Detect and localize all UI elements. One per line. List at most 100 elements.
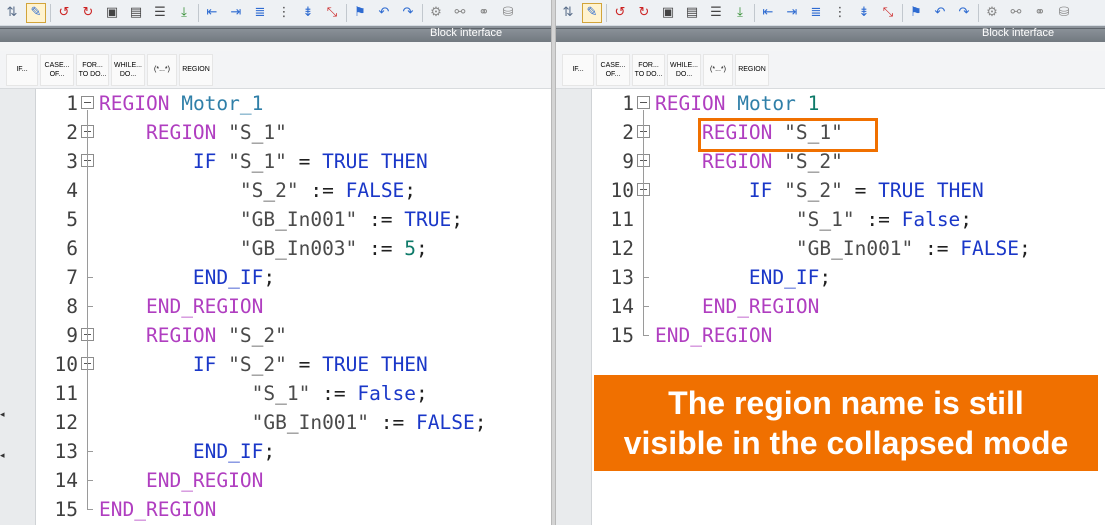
code-line[interactable]: 12 "GB_In001" := FALSE; (556, 234, 1105, 263)
bookmark-icon[interactable]: ⚑ (906, 3, 926, 23)
indent-more-icon[interactable]: ⇥ (226, 3, 246, 23)
template-case[interactable]: CASE... OF... (596, 53, 630, 86)
compare-icon[interactable]: ⚯ (1006, 3, 1026, 23)
code-line[interactable]: 1 REGION Motor 1 (556, 89, 1105, 118)
list-icon[interactable]: ☰ (150, 3, 170, 23)
fold-end-mark (643, 306, 649, 307)
code-line[interactable]: 3 IF "S_1" = TRUE THEN (0, 147, 551, 176)
code-text: "GB_In001" := FALSE; (795, 237, 1031, 260)
code-line[interactable]: 5 "GB_In001" := TRUE; (0, 205, 551, 234)
view-icon[interactable]: ⚭ (474, 3, 494, 23)
sort-icon[interactable]: ⇟ (298, 3, 318, 23)
code-line[interactable]: 13 END_IF; (556, 263, 1105, 292)
redo-arrow-icon[interactable]: ↷ (398, 3, 418, 23)
code-line[interactable]: 15 END_REGION (556, 321, 1105, 350)
align-icon[interactable]: ⋮ (274, 3, 294, 23)
remove-icon[interactable]: ⤡ (322, 3, 342, 23)
clear-breakpoint-icon[interactable]: ↻ (634, 3, 654, 23)
line-number: 15 (610, 324, 634, 347)
download-icon[interactable]: ⤓ (174, 3, 194, 23)
swap-icon[interactable]: ⇅ (558, 3, 578, 23)
block-icon[interactable]: ▤ (682, 3, 702, 23)
set-breakpoint-icon[interactable]: ↺ (610, 3, 630, 23)
template-if[interactable]: IF... (6, 53, 38, 86)
code-text: END_REGION (655, 324, 773, 347)
template-while[interactable]: WHILE... DO... (667, 53, 701, 86)
line-number: 15 (54, 498, 78, 521)
set-breakpoint-icon[interactable]: ↺ (54, 3, 74, 23)
code-line[interactable]: 12 "GB_In001" := FALSE; (0, 408, 551, 437)
snapshot-icon[interactable]: ▣ (658, 3, 678, 23)
code-line[interactable]: 15 END_REGION (0, 495, 551, 524)
code-line[interactable]: 6 "GB_In003" := 5; (0, 234, 551, 263)
block-interface-bar[interactable]: Block interface (556, 26, 1105, 42)
remove-icon[interactable]: ⤡ (878, 3, 898, 23)
code-line[interactable]: 10 IF "S_2" = TRUE THEN (556, 176, 1105, 205)
monitor-icon[interactable]: ⚙ (982, 3, 1002, 23)
fold-end-mark (87, 451, 93, 452)
collapse-fold-icon[interactable] (637, 96, 650, 109)
line-number: 9 (622, 150, 634, 173)
align-icon[interactable]: ⋮ (830, 3, 850, 23)
undo-arrow-icon[interactable]: ↶ (374, 3, 394, 23)
fold-end-mark (87, 480, 93, 481)
sort-icon[interactable]: ⇟ (854, 3, 874, 23)
template-region[interactable]: REGION (735, 53, 769, 86)
line-number: 8 (66, 295, 78, 318)
bookmark-icon[interactable]: ⚑ (350, 3, 370, 23)
monitor-icon[interactable]: ⚙ (426, 3, 446, 23)
snapshot-icon[interactable]: ▣ (102, 3, 122, 23)
block-interface-label: Block interface (982, 27, 1055, 39)
database-icon[interactable]: ⛁ (498, 3, 518, 23)
code-text: REGION Motor_1 (99, 92, 264, 115)
code-line[interactable]: 8 END_REGION (0, 292, 551, 321)
template-if[interactable]: IF... (562, 53, 594, 86)
list-icon[interactable]: ☰ (706, 3, 726, 23)
code-line[interactable]: 4 "S_2" := FALSE; (0, 176, 551, 205)
indent-more-icon[interactable]: ⇥ (782, 3, 802, 23)
annotation-callout: The region name is still visible in the … (594, 375, 1098, 471)
code-line[interactable]: 13 END_IF; (0, 437, 551, 466)
code-line[interactable]: 14 END_REGION (556, 292, 1105, 321)
line-number: 1 (622, 92, 634, 115)
code-line[interactable]: 14 END_REGION (0, 466, 551, 495)
watch-icon[interactable]: ✎ (582, 2, 602, 23)
template-comment[interactable]: (*...*) (703, 53, 733, 86)
swap-icon[interactable]: ⇅ (2, 3, 22, 23)
download-icon[interactable]: ⤓ (730, 3, 750, 23)
indent-less-icon[interactable]: ⇤ (758, 3, 778, 23)
redo-arrow-icon[interactable]: ↷ (954, 3, 974, 23)
view-icon[interactable]: ⚭ (1030, 3, 1050, 23)
block-interface-bar[interactable]: Block interface (0, 26, 551, 42)
code-line[interactable]: 1 REGION Motor_1 (0, 89, 551, 118)
toolbar-separator (422, 3, 423, 22)
template-for[interactable]: FOR... TO DO... (632, 53, 665, 86)
template-case[interactable]: CASE... OF... (40, 53, 74, 86)
template-comment[interactable]: (*...*) (147, 53, 177, 86)
compare-icon[interactable]: ⚯ (450, 3, 470, 23)
database-icon[interactable]: ⛁ (1054, 3, 1074, 23)
collapse-fold-icon[interactable] (81, 96, 94, 109)
line-number: 6 (66, 237, 78, 260)
watch-icon[interactable]: ✎ (26, 2, 46, 23)
outdent-icon[interactable]: ≣ (250, 3, 270, 23)
code-line[interactable]: 11 "S_1" := False; (0, 379, 551, 408)
code-line[interactable]: 9 REGION "S_2" (0, 321, 551, 350)
code-line[interactable]: 11 "S_1" := False; (556, 205, 1105, 234)
line-number: 12 (54, 411, 78, 434)
block-icon[interactable]: ▤ (126, 3, 146, 23)
clear-breakpoint-icon[interactable]: ↻ (78, 3, 98, 23)
left-code-editor[interactable]: ◂ ◂ 1 REGION Motor_1 2 REGION "S_1" 3 IF "S… (0, 89, 551, 525)
block-interface-label: Block interface (430, 27, 503, 39)
code-line[interactable]: 2 REGION "S_1" (0, 118, 551, 147)
template-for[interactable]: FOR... TO DO... (76, 53, 109, 86)
outdent-icon[interactable]: ≣ (806, 3, 826, 23)
indent-less-icon[interactable]: ⇤ (202, 3, 222, 23)
gap-strip (556, 42, 1105, 51)
code-line[interactable]: 7 END_IF; (0, 263, 551, 292)
line-number: 2 (622, 121, 634, 144)
undo-arrow-icon[interactable]: ↶ (930, 3, 950, 23)
template-while[interactable]: WHILE... DO... (111, 53, 145, 86)
template-region[interactable]: REGION (179, 53, 213, 86)
code-line[interactable]: 10 IF "S_2" = TRUE THEN (0, 350, 551, 379)
